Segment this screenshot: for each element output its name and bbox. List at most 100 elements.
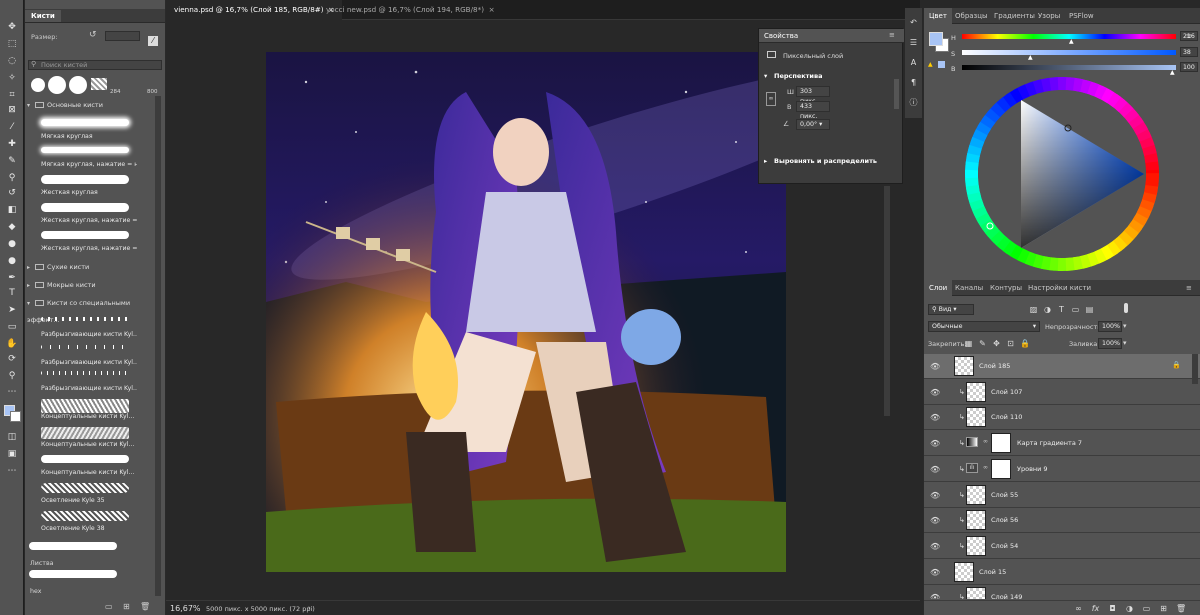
brushes-scrollbar[interactable] (155, 96, 161, 596)
tab-yocci[interactable]: yocci new.psd @ 16,7% (Слой 194, RGB/8*)… (318, 0, 503, 20)
brightness-slider[interactable] (962, 65, 1176, 70)
brush-item[interactable]: Разбрызгивающие кисти Kyl... (39, 366, 159, 394)
visibility-eye-icon[interactable]: 👁 (930, 516, 940, 525)
character-panel-icon[interactable]: A (909, 58, 918, 67)
brush-item[interactable]: Жесткая круглая, нажатие =... (39, 226, 159, 254)
lock-position-icon[interactable]: ✥ (992, 339, 1001, 348)
path-select-tool-icon[interactable]: ➤ (4, 303, 20, 317)
quick-mask-icon[interactable]: ◫ (4, 430, 20, 444)
layer-mask-thumbnail[interactable] (991, 458, 1011, 479)
frame-tool-icon[interactable]: ⊠ (4, 103, 20, 117)
shape-tool-icon[interactable]: ▭ (4, 320, 20, 334)
mask-link-icon[interactable]: ∞ (983, 438, 988, 445)
pen-tool-icon[interactable]: ✒ (4, 271, 20, 285)
layer-name[interactable]: Слой 54 (991, 542, 1018, 550)
preset-brush-4[interactable] (91, 78, 107, 90)
filter-smart-object-icon[interactable]: ▤ (1085, 305, 1094, 314)
more-tools-icon[interactable]: ⋯ (4, 385, 20, 399)
visibility-eye-icon[interactable]: 👁 (930, 568, 940, 577)
layer-thumbnail[interactable] (966, 381, 986, 402)
section-arrow-icon[interactable]: ▸ (764, 157, 767, 165)
new-folder-icon[interactable]: ▭ (105, 602, 113, 611)
blur-tool-icon[interactable]: ● (4, 237, 20, 251)
fill-field[interactable]: 100% (1098, 338, 1122, 349)
layer-thumbnail[interactable] (954, 561, 974, 582)
layer-row[interactable]: 👁 ↳ ılı ∞ Уровни 9 (924, 457, 1200, 482)
layer-thumbnail[interactable] (954, 356, 974, 376)
visibility-eye-icon[interactable]: 👁 (930, 362, 940, 371)
brightness-slider-thumb[interactable]: ▲ (1170, 69, 1175, 76)
section-arrow-icon[interactable]: ▾ (764, 72, 767, 80)
layer-filter-select[interactable]: ⚲ Вид ▾ (928, 304, 974, 315)
tab-brushes[interactable]: Кисти (25, 10, 61, 22)
gamut-swatch[interactable] (938, 61, 945, 68)
lock-artboard-icon[interactable]: ⊡ (1006, 339, 1015, 348)
rotate-view-tool-icon[interactable]: ⟳ (4, 352, 20, 366)
layer-name[interactable]: Слой 55 (991, 491, 1018, 499)
info-panel-icon[interactable]: ⓘ (909, 98, 918, 107)
background-color-swatch[interactable] (10, 411, 21, 422)
edit-toolbar-icon[interactable]: ⋯ (4, 464, 20, 478)
preset-brush-3[interactable] (69, 76, 87, 94)
visibility-eye-icon[interactable]: 👁 (930, 542, 940, 551)
panel-menu-icon[interactable]: ≡ (1186, 284, 1192, 292)
dodge-tool-icon[interactable]: ● (4, 254, 20, 268)
tab-channels[interactable]: Каналы (955, 280, 983, 296)
healing-brush-tool-icon[interactable]: ✚ (4, 137, 20, 151)
link-icon[interactable]: ∞ (766, 92, 776, 106)
hue-ring-segment[interactable] (1145, 173, 1159, 187)
brush-settings-icon[interactable]: ⁄ (148, 36, 158, 46)
brush-item[interactable]: Осветление Kyle 38 (39, 506, 159, 534)
move-tool-icon[interactable]: ✥ (4, 20, 20, 34)
layer-name[interactable]: Слой 56 (991, 516, 1018, 524)
layer-row[interactable]: 👁 ↳ Слой 110 (924, 405, 1200, 431)
tab-paths[interactable]: Контуры (990, 280, 1022, 296)
filter-shape-icon[interactable]: ▭ (1071, 305, 1080, 314)
layer-name[interactable]: Слой 110 (991, 413, 1022, 421)
brush-item[interactable]: Концептуальные кисти Kyl... (39, 394, 159, 422)
delete-layer-icon[interactable]: 🗑 (1176, 604, 1186, 613)
layer-thumbnail[interactable] (966, 510, 986, 531)
link-layers-icon[interactable]: ∞ (1074, 604, 1083, 613)
reset-icon[interactable]: ↺ (89, 30, 97, 40)
visibility-eye-icon[interactable]: 👁 (930, 593, 940, 599)
artwork-canvas[interactable] (266, 52, 786, 572)
tab-vienna[interactable]: vienna.psd @ 16,7% (Слой 185, RGB/8#) × (166, 0, 343, 20)
angle-field[interactable]: 0,00° ▾ (796, 119, 830, 130)
layers-scrollbar[interactable] (1192, 354, 1198, 384)
history-panel-icon[interactable]: ↶ (909, 18, 918, 27)
layer-thumbnail[interactable] (966, 535, 986, 556)
blend-mode-select[interactable]: Обычные ▾ (928, 321, 1040, 332)
eraser-tool-icon[interactable]: ◧ (4, 203, 20, 217)
adjustments-panel-icon[interactable]: ☰ (909, 38, 918, 47)
saturation-slider[interactable] (962, 50, 1176, 55)
brush-item[interactable]: Мягкая круглая, нажатие = н... (39, 142, 159, 170)
brush-item[interactable]: Концептуальные кисти Kyl... (39, 422, 159, 450)
tab-patterns[interactable]: Узоры (1038, 8, 1060, 24)
lock-all-icon[interactable]: 🔒 (1020, 339, 1030, 348)
close-icon[interactable]: × (489, 5, 495, 14)
width-field[interactable]: 303 пикс. (796, 86, 830, 105)
hue-slider-thumb[interactable]: ▲ (1069, 38, 1074, 45)
layer-row[interactable]: 👁 ↳ Слой 56 (924, 508, 1200, 534)
opacity-field[interactable]: 100% (1098, 321, 1122, 332)
brush-tool-icon[interactable]: ✎ (4, 154, 20, 168)
brush-item-label[interactable]: hex (30, 588, 41, 595)
layer-thumbnail[interactable] (966, 587, 986, 599)
lock-transparency-icon[interactable]: ▦ (964, 339, 973, 348)
magic-wand-tool-icon[interactable]: ✧ (4, 71, 20, 85)
brush-item-label[interactable]: Листва (30, 560, 54, 567)
tab-gradients[interactable]: Градиенты (994, 8, 1035, 24)
layer-row[interactable]: 👁 ↳ Слой 55 (924, 483, 1200, 508)
brush-item[interactable]: Разбрызгивающие кисти Kyl... (39, 340, 159, 368)
layer-name[interactable]: Слой 185 (979, 362, 1010, 370)
tab-color[interactable]: Цвет (924, 8, 952, 24)
canvas-scrollbar[interactable] (884, 186, 890, 416)
layer-name[interactable]: Слой 107 (991, 388, 1022, 396)
panel-menu-icon[interactable]: ≡ (889, 31, 895, 39)
eyedropper-tool-icon[interactable]: ⁄ (4, 120, 20, 134)
new-layer-icon[interactable]: ⊞ (1159, 604, 1168, 613)
layer-row[interactable]: 👁 ↳ Слой 54 (924, 534, 1200, 559)
height-field[interactable]: 433 пикс. (796, 101, 830, 120)
paragraph-panel-icon[interactable]: ¶ (909, 78, 918, 87)
